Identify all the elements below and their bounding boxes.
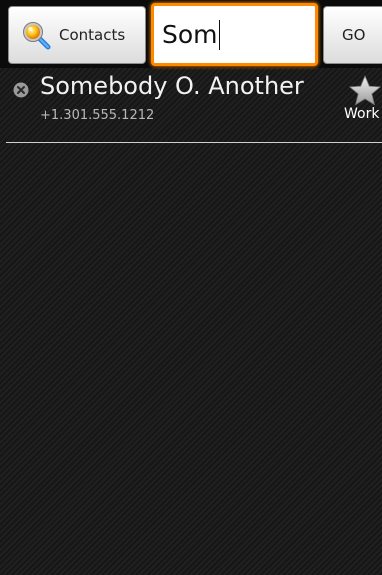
search-query-text: Som	[162, 20, 218, 49]
search-input[interactable]: Som	[151, 3, 318, 66]
text-cursor	[218, 19, 221, 50]
search-source-label: Contacts	[59, 26, 126, 44]
search-screen: Contacts Som GO Somebody O. Another +1.3…	[0, 0, 382, 575]
contact-phone: +1.301.555.1212	[40, 108, 155, 123]
search-icon	[21, 20, 51, 50]
star-icon[interactable]	[348, 74, 382, 108]
go-button[interactable]: GO	[323, 6, 382, 64]
search-source-button[interactable]: Contacts	[8, 6, 146, 64]
contact-suggestion-row[interactable]: Somebody O. Another +1.301.555.1212 Work	[0, 70, 382, 142]
clear-icon[interactable]	[13, 82, 29, 98]
contact-type-label: Work	[344, 106, 380, 122]
contact-name: Somebody O. Another	[40, 72, 304, 100]
results-area	[0, 143, 382, 575]
go-button-label: GO	[342, 26, 366, 44]
search-bar: Contacts Som GO	[0, 0, 382, 68]
